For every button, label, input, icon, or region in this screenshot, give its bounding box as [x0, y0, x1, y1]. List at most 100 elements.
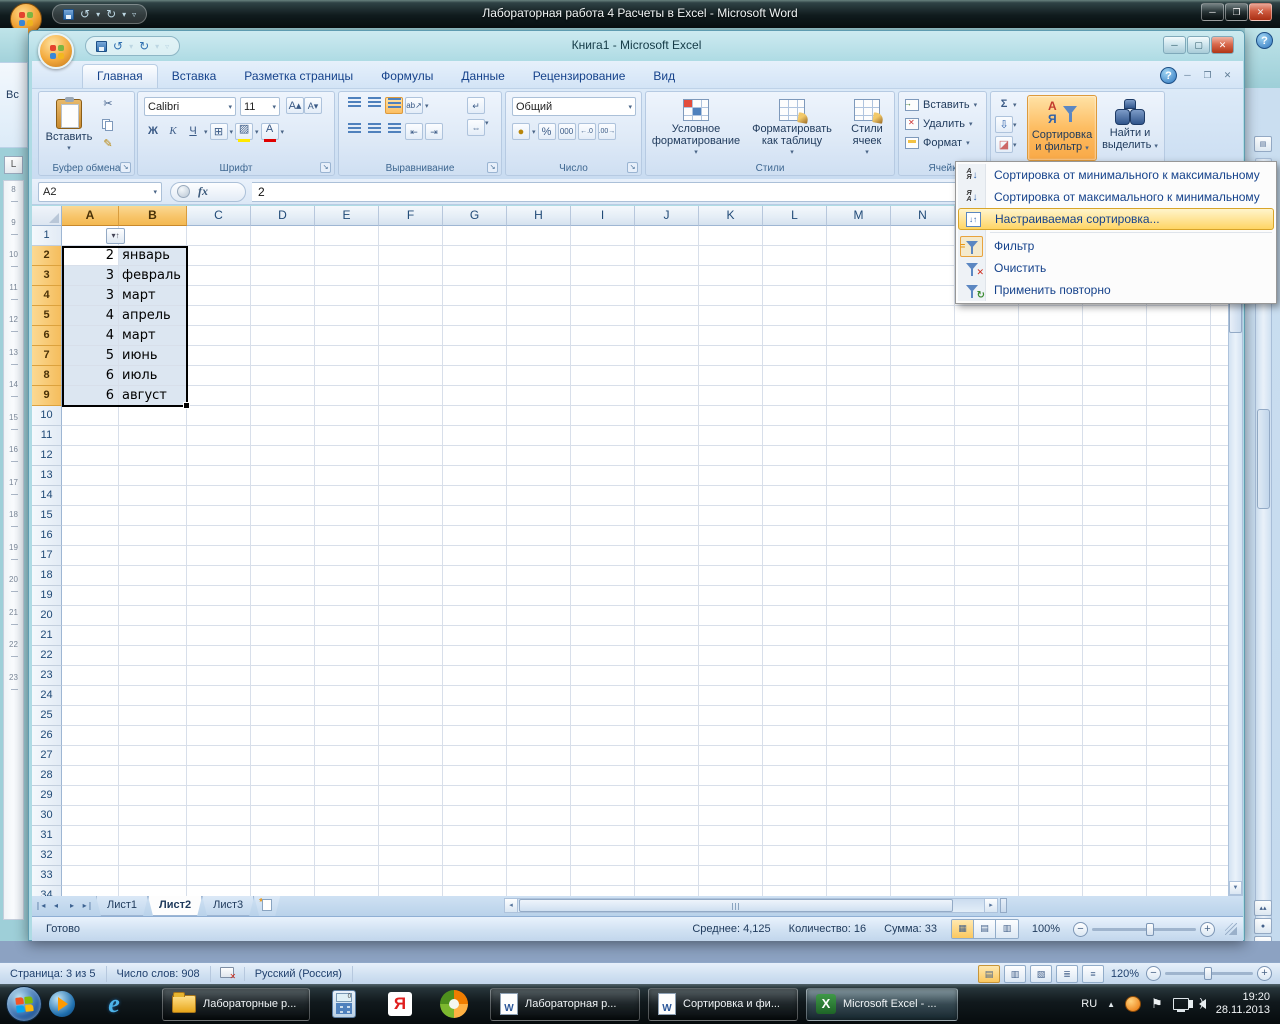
- cell-K32[interactable]: [699, 846, 763, 866]
- cell-K3[interactable]: [699, 266, 763, 286]
- previous-page-button[interactable]: ▴▴: [1254, 900, 1272, 916]
- row-header-6[interactable]: 6: [32, 326, 62, 346]
- cell-x13[interactable]: [1083, 466, 1147, 486]
- underline-button[interactable]: Ч: [184, 123, 202, 140]
- cell-x13[interactable]: [1147, 466, 1211, 486]
- cell-C8[interactable]: [187, 366, 251, 386]
- ribbon-tab-Формулы[interactable]: Формулы: [367, 65, 447, 88]
- cell-H25[interactable]: [507, 706, 571, 726]
- zoom-slider-thumb[interactable]: [1146, 922, 1155, 936]
- cell-x29[interactable]: [955, 786, 1019, 806]
- cell-N4[interactable]: [891, 286, 955, 306]
- cell-D23[interactable]: [251, 666, 315, 686]
- cell-I25[interactable]: [571, 706, 635, 726]
- show-hidden-icons-button[interactable]: ▲: [1107, 1000, 1115, 1009]
- cell-L12[interactable]: [763, 446, 827, 466]
- redo-dropdown[interactable]: ▾: [155, 42, 159, 51]
- cell-A23[interactable]: [62, 666, 119, 686]
- row-header-12[interactable]: 12: [32, 446, 62, 466]
- cell-J26[interactable]: [635, 726, 699, 746]
- cell-N30[interactable]: [891, 806, 955, 826]
- cell-E19[interactable]: [315, 586, 379, 606]
- cell-styles-button[interactable]: Стили ячеек ▾: [842, 95, 892, 159]
- cell-D15[interactable]: [251, 506, 315, 526]
- sort-smart-tag[interactable]: ▾↑: [106, 228, 125, 244]
- cell-G17[interactable]: [443, 546, 507, 566]
- column-header-J[interactable]: J: [635, 206, 699, 226]
- cell-I11[interactable]: [571, 426, 635, 446]
- cell-I33[interactable]: [571, 866, 635, 886]
- cell-D34[interactable]: [251, 886, 315, 896]
- cell-x24[interactable]: [955, 686, 1019, 706]
- cell-x29[interactable]: [1019, 786, 1083, 806]
- cell-G20[interactable]: [443, 606, 507, 626]
- cell-C30[interactable]: [187, 806, 251, 826]
- menu-item-применить-повторно[interactable]: ↻ Применить повторно: [958, 279, 1274, 301]
- cell-x31[interactable]: [1211, 826, 1228, 846]
- italic-button[interactable]: К: [164, 123, 182, 140]
- cell-x19[interactable]: [955, 586, 1019, 606]
- cell-M20[interactable]: [827, 606, 891, 626]
- cell-N29[interactable]: [891, 786, 955, 806]
- cell-G10[interactable]: [443, 406, 507, 426]
- row-header-3[interactable]: 3: [32, 266, 62, 286]
- cell-A25[interactable]: [62, 706, 119, 726]
- cell-J30[interactable]: [635, 806, 699, 826]
- cell-I30[interactable]: [571, 806, 635, 826]
- cell-B26[interactable]: [119, 726, 187, 746]
- cell-L21[interactable]: [763, 626, 827, 646]
- cell-K1[interactable]: [699, 226, 763, 246]
- excel-zoom-level[interactable]: 100%: [1029, 923, 1063, 935]
- cell-K6[interactable]: [699, 326, 763, 346]
- cell-C5[interactable]: [187, 306, 251, 326]
- cell-J4[interactable]: [635, 286, 699, 306]
- cell-A31[interactable]: [62, 826, 119, 846]
- cell-I10[interactable]: [571, 406, 635, 426]
- cell-x34[interactable]: [1019, 886, 1083, 896]
- font-dialog-launcher[interactable]: ↘: [320, 162, 331, 173]
- cell-A14[interactable]: [62, 486, 119, 506]
- cell-L26[interactable]: [763, 726, 827, 746]
- cell-G32[interactable]: [443, 846, 507, 866]
- cell-G3[interactable]: [443, 266, 507, 286]
- cell-x14[interactable]: [1019, 486, 1083, 506]
- cell-C33[interactable]: [187, 866, 251, 886]
- cell-J19[interactable]: [635, 586, 699, 606]
- cell-H5[interactable]: [507, 306, 571, 326]
- autosum-icon[interactable]: Σ: [995, 96, 1013, 113]
- cell-x21[interactable]: [1147, 626, 1211, 646]
- cell-F4[interactable]: [379, 286, 443, 306]
- cell-x24[interactable]: [1211, 686, 1228, 706]
- cell-J5[interactable]: [635, 306, 699, 326]
- cell-x30[interactable]: [1147, 806, 1211, 826]
- autosum-dropdown[interactable]: ▾: [1013, 101, 1017, 109]
- insert-worksheet-tab[interactable]: *: [254, 896, 280, 916]
- cell-B24[interactable]: [119, 686, 187, 706]
- cell-F14[interactable]: [379, 486, 443, 506]
- cell-H22[interactable]: [507, 646, 571, 666]
- cell-x11[interactable]: [1147, 426, 1211, 446]
- hscroll-track[interactable]: [518, 898, 984, 913]
- cell-D22[interactable]: [251, 646, 315, 666]
- cell-x6[interactable]: [1083, 326, 1147, 346]
- minimize-button[interactable]: ─: [1201, 3, 1224, 21]
- cell-F19[interactable]: [379, 586, 443, 606]
- cell-N2[interactable]: [891, 246, 955, 266]
- insert-cells-button[interactable]: Вставить▾: [899, 95, 986, 114]
- cell-E29[interactable]: [315, 786, 379, 806]
- menu-item-сортировка-от-минимального-к-максимальному[interactable]: А Я ↓ Сортировка от минимального к максимал…: [958, 164, 1274, 186]
- column-header-B[interactable]: B: [119, 206, 187, 226]
- cell-N12[interactable]: [891, 446, 955, 466]
- cell-x10[interactable]: [1147, 406, 1211, 426]
- fill-color-dropdown[interactable]: ▾: [255, 128, 259, 136]
- cell-F9[interactable]: [379, 386, 443, 406]
- cell-M34[interactable]: [827, 886, 891, 896]
- cell-N6[interactable]: [891, 326, 955, 346]
- align-center-icon[interactable]: [365, 123, 383, 140]
- cell-x27[interactable]: [1211, 746, 1228, 766]
- cell-F12[interactable]: [379, 446, 443, 466]
- cell-x23[interactable]: [955, 666, 1019, 686]
- cell-I1[interactable]: [571, 226, 635, 246]
- cell-x33[interactable]: [1083, 866, 1147, 886]
- cell-x23[interactable]: [1019, 666, 1083, 686]
